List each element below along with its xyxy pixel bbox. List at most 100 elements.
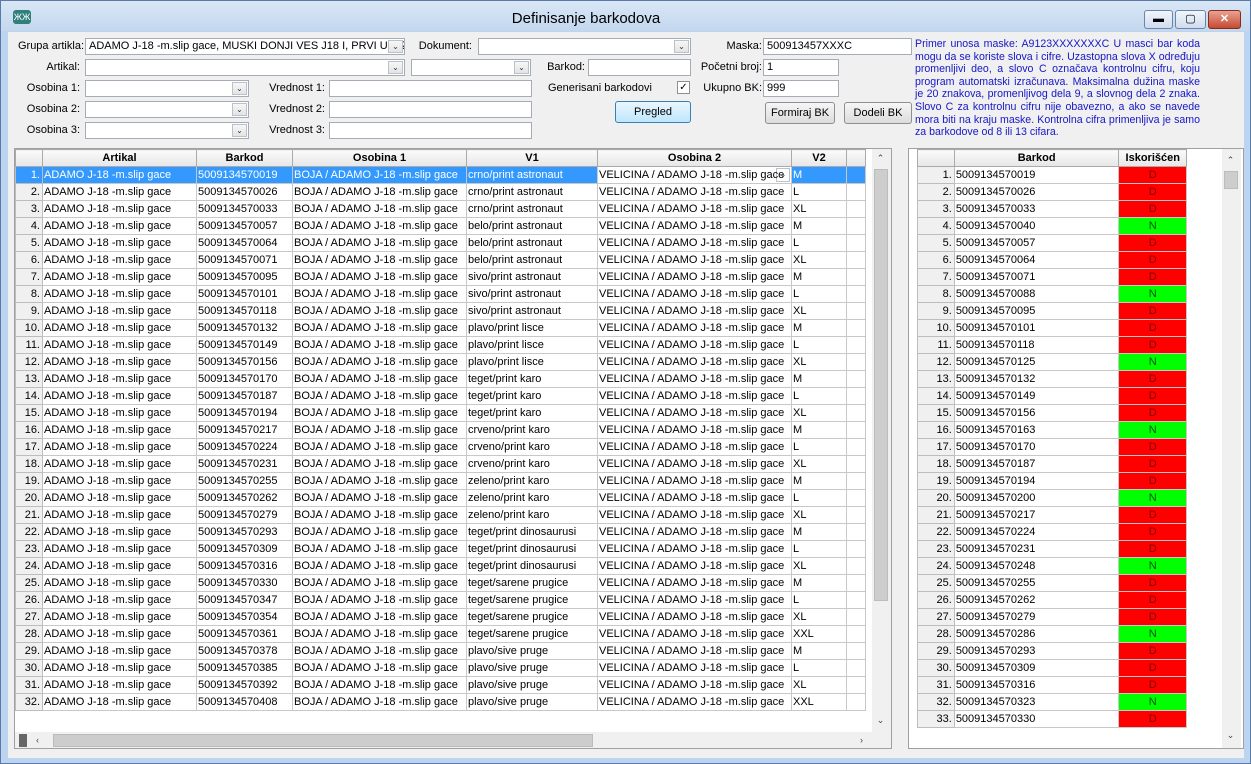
- barkod-cell[interactable]: 5009134570057: [196, 217, 293, 235]
- artikal-cell[interactable]: ADAMO J-18 -m.slip gace: [42, 693, 197, 711]
- v2-cell[interactable]: XXL: [791, 625, 847, 643]
- osobina1-cell[interactable]: BOJA / ADAMO J-18 -m.slip gace: [292, 319, 467, 337]
- barkod-cell[interactable]: 5009134570071: [953, 268, 1120, 286]
- artikal-cell[interactable]: ADAMO J-18 -m.slip gace: [42, 183, 197, 201]
- row-number[interactable]: 22.: [917, 523, 955, 541]
- barkod-cell[interactable]: 5009134570293: [196, 523, 293, 541]
- barkod-cell[interactable]: 5009134570378: [196, 642, 293, 660]
- v1-cell[interactable]: teget/print dinosaurusi: [466, 540, 598, 558]
- side-vertical-scrollbar[interactable]: ⌃ ⌄: [1222, 149, 1241, 748]
- osobina1-cell[interactable]: BOJA / ADAMO J-18 -m.slip gace: [292, 693, 467, 711]
- artikal-cell[interactable]: ADAMO J-18 -m.slip gace: [42, 625, 197, 643]
- barkod-cell[interactable]: 5009134570125: [953, 353, 1120, 371]
- row-number[interactable]: 17.: [15, 438, 43, 456]
- barkod-cell[interactable]: 5009134570262: [196, 489, 293, 507]
- chevron-down-icon[interactable]: ⌄: [232, 82, 247, 95]
- osobina2-cell[interactable]: VELICINA / ADAMO J-18 -m.slip gace: [597, 387, 792, 405]
- table-row[interactable]: 1. 5009134570019 D: [917, 166, 1187, 184]
- scroll-right-icon[interactable]: ›: [853, 732, 870, 748]
- table-row[interactable]: 5. ADAMO J-18 -m.slip gace 5009134570064 BO…: [15, 234, 866, 252]
- artikal-combo[interactable]: ⌄: [85, 59, 405, 76]
- artikal-cell[interactable]: ADAMO J-18 -m.slip gace: [42, 642, 197, 660]
- row-number[interactable]: 5.: [917, 234, 955, 252]
- osobina2-cell[interactable]: VELICINA / ADAMO J-18 -m.slip gace: [597, 574, 792, 592]
- barkod-cell[interactable]: 5009134570132: [196, 319, 293, 337]
- row-number[interactable]: 3.: [15, 200, 43, 218]
- barkod-cell[interactable]: 5009134570231: [196, 455, 293, 473]
- osobina2-cell[interactable]: VELICINA / ADAMO J-18 -m.slip gace: [597, 472, 792, 490]
- table-row[interactable]: 28. 5009134570286 N: [917, 625, 1187, 643]
- row-number[interactable]: 16.: [15, 421, 43, 439]
- row-number[interactable]: 25.: [15, 574, 43, 592]
- barkod-cell[interactable]: 5009134570293: [953, 642, 1120, 660]
- osobina1-cell[interactable]: BOJA / ADAMO J-18 -m.slip gace: [292, 285, 467, 303]
- table-row[interactable]: 33. 5009134570330 D: [917, 710, 1187, 728]
- iskoriscen-cell[interactable]: D: [1118, 234, 1187, 252]
- v2-cell[interactable]: L: [791, 659, 847, 677]
- v1-cell[interactable]: crno/print astronaut: [466, 166, 598, 184]
- iskoriscen-cell[interactable]: D: [1118, 387, 1187, 405]
- osobina1-cell[interactable]: BOJA / ADAMO J-18 -m.slip gace: [292, 472, 467, 490]
- table-row[interactable]: 11. 5009134570118 D: [917, 336, 1187, 354]
- iskoriscen-cell[interactable]: D: [1118, 710, 1187, 728]
- osobina1-cell[interactable]: BOJA / ADAMO J-18 -m.slip gace: [292, 625, 467, 643]
- table-row[interactable]: 30. 5009134570309 D: [917, 659, 1187, 677]
- v1-cell[interactable]: sivo/print astronaut: [466, 302, 598, 320]
- v2-cell[interactable]: M: [791, 217, 847, 235]
- row-number[interactable]: 23.: [15, 540, 43, 558]
- osobina1-cell[interactable]: BOJA / ADAMO J-18 -m.slip gace: [292, 353, 467, 371]
- barkod-cell[interactable]: 5009134570026: [196, 183, 293, 201]
- iskoriscen-cell[interactable]: D: [1118, 591, 1187, 609]
- row-number[interactable]: 21.: [917, 506, 955, 524]
- v2-cell[interactable]: M: [791, 268, 847, 286]
- osobina1-cell[interactable]: BOJA / ADAMO J-18 -m.slip gace: [292, 387, 467, 405]
- barkod-cell[interactable]: 5009134570194: [196, 404, 293, 422]
- v2-cell[interactable]: XL: [791, 251, 847, 269]
- barkod-cell[interactable]: 5009134570156: [953, 404, 1120, 422]
- row-number[interactable]: 10.: [15, 319, 43, 337]
- dodeli-bk-button[interactable]: Dodeli BK: [844, 102, 912, 124]
- barkod-cell[interactable]: 5009134570101: [953, 319, 1120, 337]
- row-number[interactable]: 27.: [917, 608, 955, 626]
- osobina1-cell[interactable]: BOJA / ADAMO J-18 -m.slip gace: [292, 268, 467, 286]
- barkod-cell[interactable]: 5009134570187: [196, 387, 293, 405]
- osobina1-combo[interactable]: ⌄: [85, 80, 249, 97]
- barkod-cell[interactable]: 5009134570170: [953, 438, 1120, 456]
- v1-cell[interactable]: teget/sarene prugice: [466, 608, 598, 626]
- v1-cell[interactable]: zeleno/print karo: [466, 489, 598, 507]
- barkod-cell[interactable]: 5009134570224: [953, 523, 1120, 541]
- row-number[interactable]: 3.: [917, 200, 955, 218]
- osobina2-cell[interactable]: VELICINA / ADAMO J-18 -m.slip gace: [597, 608, 792, 626]
- table-row[interactable]: 6. ADAMO J-18 -m.slip gace 5009134570071 BO…: [15, 251, 866, 269]
- row-number[interactable]: 30.: [15, 659, 43, 677]
- osobina2-cell[interactable]: VELICINA / ADAMO J-18 -m.slip gace: [597, 319, 792, 337]
- osobina1-cell[interactable]: BOJA / ADAMO J-18 -m.slip gace: [292, 336, 467, 354]
- iskoriscen-cell[interactable]: D: [1118, 166, 1187, 184]
- artikal-cell[interactable]: ADAMO J-18 -m.slip gace: [42, 540, 197, 558]
- generated-barcodes-grid[interactable]: Barkod Iskorišćen 1. 5009134570019 D 2. 50091…: [908, 148, 1244, 749]
- table-row[interactable]: 13. ADAMO J-18 -m.slip gace 5009134570170 B…: [15, 370, 866, 388]
- v1-cell[interactable]: zeleno/print karo: [466, 506, 598, 524]
- row-number[interactable]: 14.: [917, 387, 955, 405]
- artikal-cell[interactable]: ADAMO J-18 -m.slip gace: [42, 166, 197, 184]
- iskoriscen-cell[interactable]: D: [1118, 404, 1187, 422]
- v2-cell[interactable]: M: [791, 642, 847, 660]
- generated-barcodes-table[interactable]: Barkod Iskorišćen 1. 5009134570019 D 2. 50091…: [917, 149, 1187, 728]
- osobina2-cell[interactable]: VELICINA / ADAMO J-18 -m.slip gace: [597, 591, 792, 609]
- barkod-cell[interactable]: 5009134570064: [953, 251, 1120, 269]
- iskoriscen-cell[interactable]: D: [1118, 200, 1187, 218]
- column-header[interactable]: Osobina 1: [292, 149, 467, 167]
- osobina1-cell[interactable]: BOJA / ADAMO J-18 -m.slip gace: [292, 506, 467, 524]
- formiraj-bk-button[interactable]: Formiraj BK: [765, 102, 835, 124]
- row-number[interactable]: 22.: [15, 523, 43, 541]
- osobina1-cell[interactable]: BOJA / ADAMO J-18 -m.slip gace: [292, 659, 467, 677]
- scroll-thumb[interactable]: [1224, 171, 1238, 189]
- table-row[interactable]: 6. 5009134570064 D: [917, 251, 1187, 269]
- row-number[interactable]: 27.: [15, 608, 43, 626]
- artikal-cell[interactable]: ADAMO J-18 -m.slip gace: [42, 676, 197, 694]
- osobina2-cell[interactable]: VELICINA / ADAMO J-18 -m.slip gace: [597, 421, 792, 439]
- barkod-cell[interactable]: 5009134570408: [196, 693, 293, 711]
- artikal-cell[interactable]: ADAMO J-18 -m.slip gace: [42, 591, 197, 609]
- iskoriscen-cell[interactable]: N: [1118, 557, 1187, 575]
- artikal-cell[interactable]: ADAMO J-18 -m.slip gace: [42, 438, 197, 456]
